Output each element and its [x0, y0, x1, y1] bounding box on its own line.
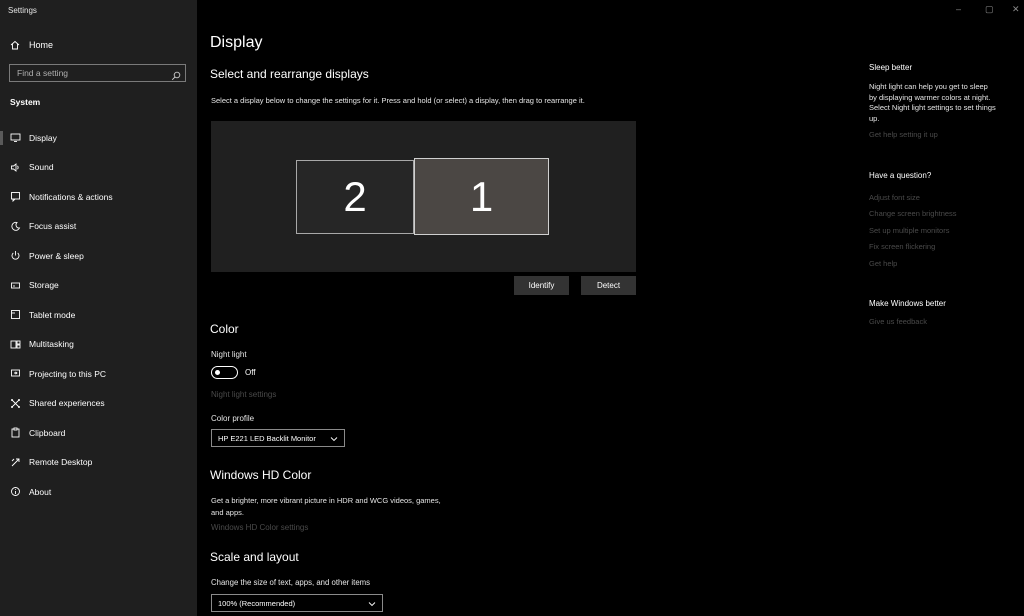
sidebar-item-storage[interactable]: Storage [0, 271, 197, 301]
monitor-icon [10, 132, 21, 143]
page-title: Display [210, 34, 263, 51]
monitor-2-tile[interactable]: 2 [296, 160, 414, 234]
close-button[interactable]: ✕ [1012, 4, 1020, 15]
search-box[interactable] [9, 64, 186, 82]
sidebar-item-sound[interactable]: Sound [0, 153, 197, 183]
color-profile-label: Color profile [211, 414, 255, 423]
scale-dropdown[interactable]: 100% (Recommended) [211, 594, 383, 612]
home-label: Home [29, 40, 54, 50]
sleep-better-heading: Sleep better [869, 63, 913, 72]
night-light-state: Off [245, 368, 256, 377]
sidebar-item-notifications[interactable]: Notifications & actions [0, 182, 197, 212]
scale-heading: Scale and layout [210, 550, 299, 564]
sidebar-item-label: Power & sleep [29, 250, 84, 261]
storage-icon [10, 280, 21, 291]
sidebar-item-label: Clipboard [29, 427, 66, 438]
sidebar-item-label: Tablet mode [29, 309, 76, 320]
hdr-description-line2: and apps. [211, 508, 244, 517]
sidebar-item-clipboard[interactable]: Clipboard [0, 418, 197, 448]
home-nav-item[interactable]: Home [10, 38, 53, 52]
sidebar-item-label: Sound [29, 162, 54, 173]
speaker-icon [10, 162, 21, 173]
power-icon [10, 250, 21, 261]
sleep-line-1: Night light can help you get to sleep [869, 82, 988, 91]
minimize-button[interactable]: – [956, 4, 961, 14]
home-icon [10, 40, 20, 50]
identify-button[interactable]: Identify [514, 276, 569, 295]
clipboard-icon [10, 427, 21, 438]
info-icon [10, 486, 21, 497]
scale-value: 100% (Recommended) [218, 598, 296, 608]
sidebar-item-label: Notifications & actions [29, 191, 113, 202]
arrange-description: Select a display below to change the set… [211, 96, 585, 105]
change-brightness-link[interactable]: Change screen brightness [869, 209, 957, 218]
sidebar-item-shared-experiences[interactable]: Shared experiences [0, 389, 197, 419]
sidebar-item-label: Focus assist [29, 221, 77, 232]
set-up-monitors-link[interactable]: Set up multiple monitors [869, 226, 949, 235]
moon-icon [10, 221, 21, 232]
tablet-icon [10, 309, 21, 320]
adjust-font-size-link[interactable]: Adjust font size [869, 193, 920, 202]
sidebar-item-about[interactable]: About [0, 477, 197, 507]
section-label-system: System [10, 97, 41, 107]
hdr-description-line1: Get a brighter, more vibrant picture in … [211, 496, 441, 505]
chevron-down-icon [330, 435, 338, 442]
make-windows-better-heading: Make Windows better [869, 299, 946, 308]
arrange-heading: Select and rearrange displays [210, 67, 369, 81]
hdr-settings-link[interactable]: Windows HD Color settings [211, 523, 308, 532]
sidebar-item-power-sleep[interactable]: Power & sleep [0, 241, 197, 271]
sidebar-item-label: Display [29, 132, 57, 143]
scale-label: Change the size of text, apps, and other… [211, 578, 371, 587]
multitasking-icon [10, 339, 21, 350]
remote-icon [10, 457, 21, 468]
get-help-setting-up-link[interactable]: Get help setting it up [869, 130, 938, 139]
night-light-toggle[interactable] [211, 366, 238, 379]
search-input[interactable] [10, 68, 160, 78]
have-a-question-heading: Have a question? [869, 171, 932, 180]
sidebar-item-label: Storage [29, 280, 59, 291]
notification-icon [10, 191, 21, 203]
sidebar-item-label: Multitasking [29, 339, 74, 350]
color-heading: Color [210, 322, 239, 336]
give-feedback-link[interactable]: Give us feedback [869, 317, 927, 326]
monitor-1-tile[interactable]: 1 [414, 158, 549, 235]
sidebar: Settings Home System Display Sound Notif… [0, 0, 197, 616]
sidebar-nav: Display Sound Notifications & actions Fo… [0, 123, 197, 507]
get-help-link[interactable]: Get help [869, 259, 897, 268]
hdr-heading: Windows HD Color [210, 468, 312, 482]
search-icon[interactable] [171, 68, 181, 81]
color-profile-value: HP E221 LED Backlit Monitor [218, 433, 316, 443]
sidebar-item-label: Remote Desktop [29, 457, 93, 468]
toggle-knob [215, 369, 220, 375]
chevron-down-icon [368, 600, 376, 607]
sidebar-item-label: About [29, 486, 52, 497]
sidebar-item-tablet-mode[interactable]: Tablet mode [0, 300, 197, 330]
sidebar-item-label: Shared experiences [29, 398, 105, 409]
color-profile-dropdown[interactable]: HP E221 LED Backlit Monitor [211, 429, 345, 447]
display-arrangement-area[interactable]: 2 1 [211, 121, 636, 272]
sidebar-item-multitasking[interactable]: Multitasking [0, 330, 197, 360]
projector-icon [10, 368, 21, 379]
sidebar-item-display[interactable]: Display [0, 123, 197, 153]
fix-flickering-link[interactable]: Fix screen flickering [869, 242, 935, 251]
sidebar-item-remote-desktop[interactable]: Remote Desktop [0, 448, 197, 478]
night-light-label: Night light [211, 350, 247, 359]
sleep-line-4: up. [869, 113, 880, 123]
sidebar-item-focus-assist[interactable]: Focus assist [0, 212, 197, 242]
app-title: Settings [8, 6, 37, 15]
shared-icon [10, 398, 21, 409]
sidebar-item-projecting[interactable]: Projecting to this PC [0, 359, 197, 389]
maximize-button[interactable]: ▢ [985, 4, 994, 15]
sleep-line-2: by displaying warmer colors at night. [869, 92, 991, 102]
detect-button[interactable]: Detect [581, 276, 636, 295]
sidebar-item-label: Projecting to this PC [29, 368, 107, 379]
night-light-settings-link[interactable]: Night light settings [211, 390, 276, 399]
sleep-line-3: Select Night light settings to set thing… [869, 103, 996, 112]
